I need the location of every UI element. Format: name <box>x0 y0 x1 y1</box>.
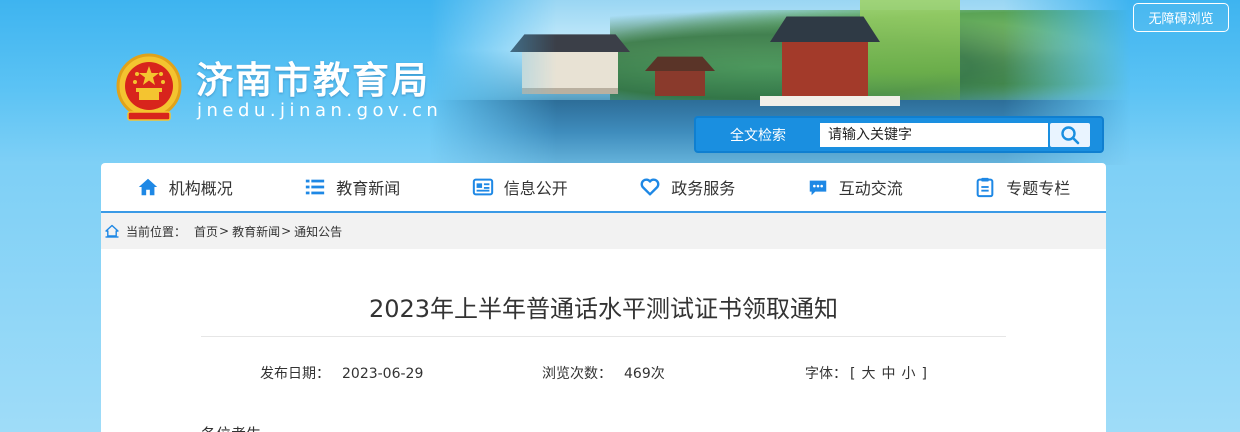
font-large-button[interactable]: 大 <box>861 366 875 382</box>
breadcrumb-notice-link[interactable]: 通知公告 <box>294 223 342 240</box>
article-body-start: 各位考生 <box>201 423 261 432</box>
search-bar: 全文检索 <box>694 116 1104 153</box>
search-icon <box>1061 126 1080 145</box>
nav-item-label: 信息公开 <box>503 179 568 198</box>
breadcrumb: 当前位置： 首页 > 教育新闻 > 通知公告 <box>101 213 1106 249</box>
heart-icon <box>640 178 660 196</box>
nav-item-organization[interactable]: 机构概况 <box>101 163 269 211</box>
breadcrumb-prefix: 当前位置： <box>126 224 187 239</box>
main-nav: 机构概况 教育新闻 信息公开 政务服务 互动交流 专题专栏 <box>101 163 1106 213</box>
content-panel: 当前位置： 首页 > 教育新闻 > 通知公告 2023年上半年普通话水平测试证书… <box>101 213 1106 432</box>
nav-item-label: 教育新闻 <box>336 179 401 198</box>
article-title: 2023年上半年普通话水平测试证书领取通知 <box>368 295 839 323</box>
nav-item-label: 互动交流 <box>838 179 903 198</box>
breadcrumb-home-link[interactable]: 首页 <box>194 223 218 240</box>
font-size-label: 字体： <box>805 366 847 382</box>
font-bracket-close: ] <box>921 366 927 382</box>
font-medium-button[interactable]: 中 <box>881 366 895 382</box>
breadcrumb-news-link[interactable]: 教育新闻 <box>232 223 280 240</box>
view-count-value: 469次 <box>624 366 665 382</box>
home-outline-icon <box>105 224 119 238</box>
clipboard-icon <box>976 177 994 198</box>
publish-date-label: 发布日期： <box>260 366 330 382</box>
home-icon <box>138 178 157 196</box>
newspaper-icon <box>472 178 493 196</box>
chat-icon <box>809 180 826 196</box>
font-size-control: 字体：[ 大中小] <box>805 363 930 383</box>
font-bracket-open: [ <box>850 366 856 382</box>
view-count-label: 浏览次数： <box>542 366 612 382</box>
nav-item-special-topics[interactable]: 专题专栏 <box>939 163 1107 211</box>
nav-item-news[interactable]: 教育新闻 <box>269 163 437 211</box>
font-small-button[interactable]: 小 <box>901 366 915 382</box>
site-title: 济南市教育局 <box>196 58 430 102</box>
nav-item-label: 机构概况 <box>168 179 233 198</box>
title-divider <box>201 336 1006 337</box>
publish-date-value: 2023-06-29 <box>342 366 424 382</box>
view-count: 浏览次数： 469次 <box>542 363 665 383</box>
search-button[interactable] <box>1050 123 1090 147</box>
nav-item-interaction[interactable]: 互动交流 <box>771 163 939 211</box>
nav-item-gov-services[interactable]: 政务服务 <box>604 163 772 211</box>
national-emblem-logo <box>114 52 184 124</box>
nav-item-info-disclosure[interactable]: 信息公开 <box>436 163 604 211</box>
list-icon <box>306 179 325 195</box>
accessibility-button[interactable]: 无障碍浏览 <box>1133 3 1229 32</box>
nav-item-label: 政务服务 <box>671 179 736 198</box>
publish-date: 发布日期： 2023-06-29 <box>260 363 423 383</box>
search-input[interactable] <box>820 123 1048 147</box>
full-text-search-label[interactable]: 全文检索 <box>696 118 820 151</box>
nav-item-label: 专题专栏 <box>1006 179 1071 198</box>
breadcrumb-separator: > <box>219 224 230 238</box>
header-banner: 济南市教育局 jnedu.jinan.gov.cn 全文检索 <box>0 0 1240 165</box>
breadcrumb-separator: > <box>281 224 292 238</box>
site-domain: jnedu.jinan.gov.cn <box>197 100 443 121</box>
